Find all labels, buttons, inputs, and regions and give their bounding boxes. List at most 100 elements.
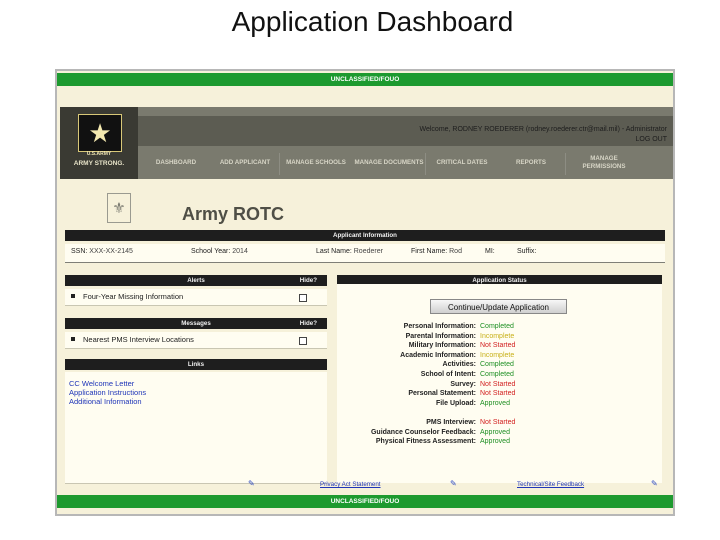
status-label: Physical Fitness Assessment: [375, 438, 476, 446]
status-label: File Upload: [435, 399, 476, 407]
nav-dashboard[interactable]: DASHBOARD [138, 147, 214, 179]
status-value: Approved [480, 438, 510, 446]
bullet-icon [71, 337, 75, 341]
school-year-value: 2014 [232, 248, 248, 255]
status-row: School of Intent: Completed [317, 370, 617, 380]
privacy-act-link[interactable]: Privacy Act Statement [320, 481, 381, 488]
status-row: Physical Fitness Assessment: Approved [317, 437, 617, 447]
alert-item[interactable]: Four-Year Missing Information [65, 289, 327, 306]
header-user-strip: Welcome, RODNEY ROEDERER (rodney.roedere… [138, 116, 673, 146]
alert-hide-checkbox[interactable] [299, 294, 307, 302]
status-row: Survey: Not Started [317, 380, 617, 390]
status-row: Guidance Counselor Feedback: Approved [317, 428, 617, 438]
nav-reports[interactable]: REPORTS [500, 147, 562, 179]
app-window: UNCLASSIFIED/FOUO Welcome, RODNEY ROEDER… [55, 69, 675, 516]
status-label: School of Intent: [420, 370, 476, 378]
status-value: Not Started [480, 418, 516, 426]
alert-item-text[interactable]: Four-Year Missing Information [83, 292, 183, 301]
status-value: Approved [480, 399, 510, 407]
links-header: Links [65, 359, 327, 370]
status-row: Military Information: Not Started [317, 341, 617, 351]
site-header: Welcome, RODNEY ROEDERER (rodney.roedere… [60, 107, 673, 179]
nav-critical-dates[interactable]: CRITICAL DATES [426, 147, 498, 179]
classification-banner-top: UNCLASSIFIED/FOUO [57, 73, 673, 86]
logo-text-usarmy: U.S.ARMY [86, 151, 112, 157]
pencil-icon: ✎ [450, 479, 457, 488]
ssn-field: SSN: XXX-XX-2145 [71, 248, 133, 255]
classification-banner-bottom: UNCLASSIFIED/FOUO [57, 495, 673, 508]
links-list: CC Welcome Letter Application Instructio… [69, 379, 146, 406]
slide-title: Application Dashboard [231, 6, 514, 37]
continue-update-button[interactable]: Continue/Update Application [430, 299, 567, 314]
link-welcome-letter[interactable]: CC Welcome Letter [69, 379, 146, 388]
last-name-label: Last Name: [316, 248, 352, 255]
status-label: Military Information: [408, 342, 476, 350]
status-value: Completed [480, 370, 514, 378]
status-value: Not Started [480, 380, 516, 388]
alerts-header: Alerts Hide? [65, 275, 327, 286]
school-year-label: School Year: [191, 248, 231, 255]
messages-title: Messages [181, 320, 211, 327]
nav-add-applicant[interactable]: ADD APPLICANT [214, 147, 276, 179]
ssn-label: SSN: [71, 248, 88, 255]
status-row: Personal Statement: Not Started [317, 389, 617, 399]
site-feedback-link[interactable]: Technical/Site Feedback [517, 481, 584, 488]
army-logo[interactable]: ★ U.S.ARMY ARMY STRONG. [60, 107, 138, 179]
pencil-icon: ✎ [651, 479, 658, 488]
status-label: Survey: [450, 380, 476, 388]
pencil-icon: ✎ [248, 479, 255, 488]
status-row: Academic Information: Incomplete [317, 351, 617, 361]
nav-manage-permissions[interactable]: MANAGE PERMISSIONS [568, 147, 640, 179]
nav-manage-schools[interactable]: MANAGE SCHOOLS [280, 147, 352, 179]
status-label: Personal Statement: [408, 390, 476, 398]
first-name-value: Rod [449, 248, 462, 255]
status-row: Activities: Completed [317, 360, 617, 370]
message-item-text[interactable]: Nearest PMS Interview Locations [83, 335, 194, 344]
army-star-icon: ★ [78, 114, 122, 152]
messages-hide-label: Hide? [299, 320, 317, 327]
last-name-value: Roederer [353, 248, 383, 255]
status-label: Academic Information: [400, 351, 476, 359]
status-row: Parental Information: Incomplete [317, 332, 617, 342]
brand-title: Army ROTC [182, 204, 285, 224]
status-value: Completed [480, 361, 514, 369]
status-row: Personal Information: Completed [317, 322, 617, 332]
rotc-shield-icon: ⚜ [107, 193, 131, 223]
welcome-text: Welcome, RODNEY ROEDERER (rodney.roedere… [419, 126, 668, 133]
status-row: PMS Interview: Not Started [317, 418, 617, 428]
status-label: Parental Information: [405, 332, 476, 340]
last-name-field: Last Name: Roederer [316, 248, 383, 255]
status-label: Guidance Counselor Feedback: [370, 428, 476, 436]
school-year-field: School Year: 2014 [191, 248, 248, 255]
nav-divider [565, 153, 566, 175]
first-name-label: First Name: [411, 248, 448, 255]
main-nav: DASHBOARD ADD APPLICANT MANAGE SCHOOLS M… [138, 147, 673, 179]
link-application-instructions[interactable]: Application Instructions [69, 388, 146, 397]
applicant-info-header: Applicant Information [65, 230, 665, 241]
alerts-title: Alerts [187, 277, 205, 284]
status-value: Incomplete [480, 351, 515, 359]
messages-header: Messages Hide? [65, 318, 327, 329]
message-item[interactable]: Nearest PMS Interview Locations [65, 332, 327, 349]
logo-text-armystrong: ARMY STRONG. [73, 160, 125, 167]
applicant-info-row: SSN: XXX-XX-2145 School Year: 2014 Last … [65, 244, 665, 263]
footer-links: ✎ Privacy Act Statement ✎ Technical/Site… [57, 476, 673, 492]
logout-link[interactable]: LOG OUT [635, 136, 667, 143]
status-list: Personal Information: Completed Parental I… [317, 322, 617, 447]
status-row [317, 408, 617, 418]
link-additional-information[interactable]: Additional Information [69, 397, 146, 406]
status-value: Not Started [480, 342, 516, 350]
status-value: Not Started [480, 390, 516, 398]
ssn-value: XXX-XX-2145 [89, 248, 133, 255]
status-label: Activities: [442, 361, 476, 369]
status-value: Incomplete [480, 332, 515, 340]
message-hide-checkbox[interactable] [299, 337, 307, 345]
status-value: Approved [480, 428, 510, 436]
first-name-field: First Name: Rod [411, 248, 462, 255]
status-label: PMS Interview: [426, 418, 476, 426]
nav-manage-documents[interactable]: MANAGE DOCUMENTS [354, 147, 424, 179]
status-row: File Upload: Approved [317, 399, 617, 409]
mi-label: MI: [485, 248, 495, 255]
status-value: Completed [480, 323, 514, 330]
bullet-icon [71, 294, 75, 298]
